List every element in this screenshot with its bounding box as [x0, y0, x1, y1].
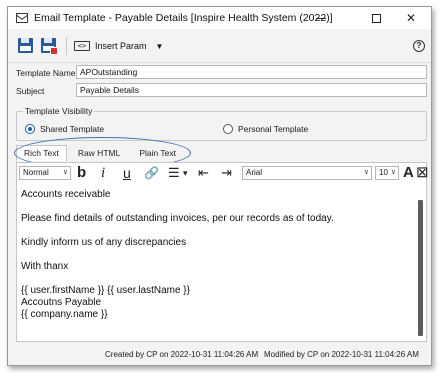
paragraph-style-value: Normal [23, 168, 49, 177]
font-size-value: 10 [379, 168, 388, 177]
shared-template-radio[interactable] [25, 124, 35, 134]
italic-icon[interactable]: i [101, 164, 105, 182]
bold-icon[interactable]: b [77, 164, 86, 182]
save-button[interactable] [17, 37, 35, 55]
toolbar-separator [66, 37, 67, 55]
toolbar: <> Insert Param ▼ ? [8, 30, 431, 63]
personal-template-option[interactable]: Personal Template [223, 124, 308, 134]
editor-line: Accounts receivable [21, 189, 111, 200]
editor-line: Accoutns Payable [21, 297, 102, 308]
clear-formatting-icon[interactable]: ⊠ [416, 164, 429, 182]
minimize-button[interactable] [299, 7, 343, 29]
format-toolbar: Normal ∨ b i u 🔗 ☰ ▾ ⇤ ⇥ Arial ∨ 10 ∨ A … [17, 163, 429, 183]
template-visibility-legend: Template Visibility [23, 106, 95, 116]
code-brackets-icon: <> [74, 41, 90, 51]
editor-line [21, 201, 414, 213]
underline-icon[interactable]: u [123, 164, 131, 182]
editor-line: With thanx [21, 261, 69, 272]
created-info: Created by CP on 2022-10-31 11:04:26 AM [105, 350, 259, 359]
editor-line: Kindly inform us of any discrepancies [21, 237, 187, 248]
email-template-window: Email Template - Payable Details [Inspir… [7, 6, 432, 366]
save-and-close-button[interactable] [40, 37, 58, 55]
editor-line [21, 225, 414, 237]
help-icon[interactable]: ? [413, 40, 425, 52]
font-family-select[interactable]: Arial ∨ [242, 166, 372, 180]
editor-scrollbar[interactable] [417, 185, 424, 339]
template-name-label: Template Name [16, 68, 76, 78]
title-bar: Email Template - Payable Details [Inspir… [8, 7, 431, 29]
insert-param-button[interactable]: <> Insert Param ▼ [74, 38, 163, 54]
template-visibility-group: Template Visibility Shared Template Pers… [16, 106, 427, 141]
editor-line [21, 273, 414, 285]
envelope-icon [16, 13, 28, 23]
editor-line: Please find details of outstanding invoi… [21, 213, 334, 224]
font-size-select[interactable]: 10 ∨ [375, 166, 399, 180]
editor-line [21, 249, 414, 261]
personal-template-radio[interactable] [223, 124, 233, 134]
shared-template-label: Shared Template [40, 124, 105, 134]
shared-template-option[interactable]: Shared Template [25, 124, 104, 134]
outdent-icon[interactable]: ⇤ [198, 164, 209, 182]
save-close-icon [41, 38, 58, 55]
subject-field[interactable]: Payable Details [76, 83, 427, 97]
chevron-down-icon: ∨ [390, 169, 396, 176]
editor-line: {{ user.firstName }} {{ user.lastName }} [21, 285, 190, 296]
list-dropdown-icon[interactable]: ▾ [183, 164, 188, 182]
save-icon [18, 38, 33, 53]
subject-label: Subject [16, 86, 45, 96]
indent-icon[interactable]: ⇥ [221, 164, 232, 182]
bullet-list-icon[interactable]: ☰ [168, 164, 180, 182]
scrollbar-thumb[interactable] [418, 200, 423, 336]
rich-text-editor: Normal ∨ b i u 🔗 ☰ ▾ ⇤ ⇥ Arial ∨ 10 ∨ A … [16, 162, 429, 342]
chevron-down-icon: ∨ [62, 169, 68, 176]
close-button[interactable]: ✕ [389, 7, 433, 29]
minimize-icon [316, 17, 326, 19]
paragraph-style-select[interactable]: Normal ∨ [19, 166, 71, 180]
editor-line: {{ company.name }} [21, 309, 108, 320]
editor-content[interactable]: Accounts receivable Please find details … [17, 183, 414, 341]
template-name-field[interactable]: APOutstanding [76, 65, 427, 79]
modified-info: Modified by CP on 2022-10-31 11:04:26 AM [264, 350, 419, 359]
personal-template-label: Personal Template [238, 124, 309, 134]
font-color-icon[interactable]: A [403, 164, 414, 182]
link-icon[interactable]: 🔗 [144, 164, 159, 182]
chevron-down-icon: ▼ [155, 41, 164, 51]
close-icon: ✕ [405, 11, 417, 25]
chevron-down-icon: ∨ [363, 169, 369, 176]
window-title: Email Template - Payable Details [Inspir… [34, 12, 333, 24]
insert-param-label: Insert Param [95, 41, 147, 51]
status-footer: Created by CP on 2022-10-31 11:04:26 AM … [8, 347, 431, 365]
font-family-value: Arial [246, 168, 263, 177]
maximize-icon [371, 13, 381, 23]
